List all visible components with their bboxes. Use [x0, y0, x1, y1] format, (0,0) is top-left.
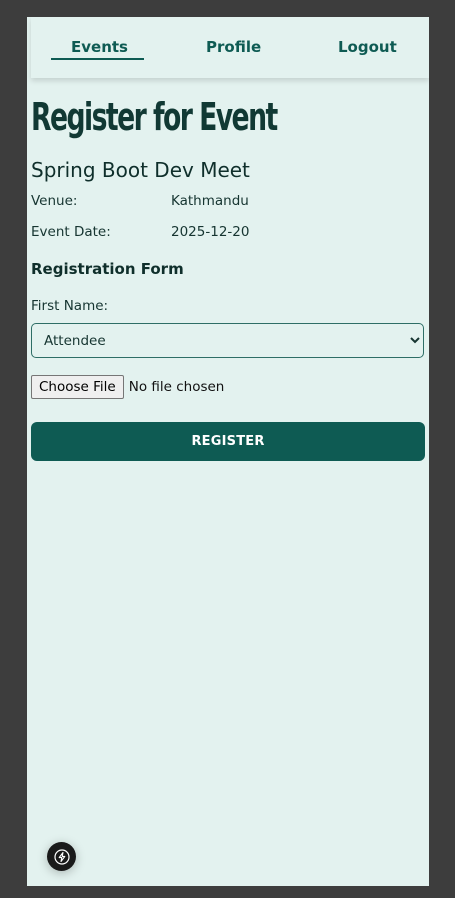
event-date-label: Event Date: [31, 224, 111, 240]
nav-active-underline [51, 58, 144, 60]
top-navbar: Events Profile Logout [31, 17, 429, 78]
role-select-wrapper: Attendee [31, 323, 424, 358]
page-title: Register for Event [31, 95, 278, 139]
file-input: Choose File No file chosen [31, 374, 224, 399]
app-page: Events Profile Logout Register for Event… [27, 17, 429, 886]
lightning-bolt-icon [53, 848, 70, 865]
register-button[interactable]: REGISTER [31, 422, 425, 461]
nav-link-events[interactable]: Events [71, 38, 128, 56]
venue-label: Venue: [31, 193, 78, 209]
registration-form-heading: Registration Form [31, 260, 184, 278]
role-select[interactable]: Attendee [31, 323, 424, 358]
file-status-text: No file chosen [128, 378, 225, 395]
dev-tools-indicator[interactable] [47, 842, 76, 871]
first-name-label: First Name: [31, 298, 109, 314]
venue-value: Kathmandu [171, 193, 249, 209]
event-date-value: 2025-12-20 [171, 224, 250, 240]
nav-link-logout[interactable]: Logout [338, 38, 397, 56]
event-name: Spring Boot Dev Meet [31, 158, 250, 182]
choose-file-button[interactable]: Choose File [31, 374, 124, 399]
nav-link-profile[interactable]: Profile [206, 38, 261, 56]
